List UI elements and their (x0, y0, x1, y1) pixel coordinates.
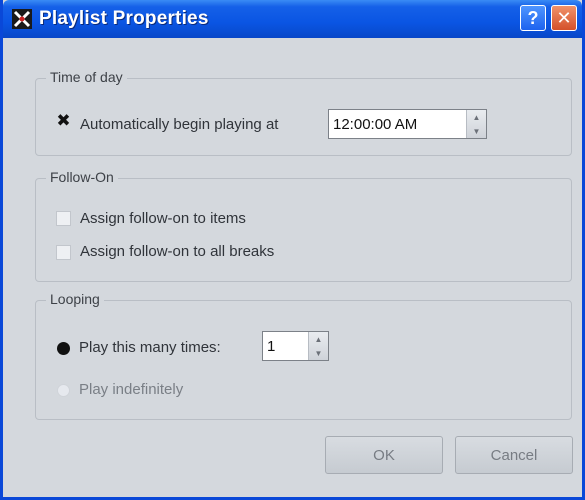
start-time-arrows: ▲ ▼ (466, 110, 486, 138)
ok-label: OK (373, 446, 395, 464)
start-time-up-arrow[interactable]: ▲ (467, 110, 486, 124)
cancel-label: Cancel (490, 446, 538, 464)
time-of-day-legend: Time of day (46, 69, 127, 85)
times-input[interactable] (263, 332, 307, 360)
auto-begin-checkbox[interactable]: ✖ (56, 111, 71, 130)
help-icon: ? (527, 7, 539, 28)
start-time-input[interactable] (329, 110, 465, 138)
cancel-button[interactable]: Cancel (455, 436, 573, 474)
auto-begin-label: Automatically begin playing at (80, 116, 279, 133)
help-button[interactable]: ? (520, 5, 546, 31)
play-indefinitely-label: Play indefinitely (79, 381, 184, 398)
assign-items-checkbox[interactable] (56, 211, 71, 226)
ok-button[interactable]: OK (325, 436, 443, 474)
follow-on-legend: Follow-On (46, 169, 118, 185)
times-up-arrow[interactable]: ▲ (309, 332, 328, 346)
window-title: Playlist Properties (39, 8, 209, 29)
start-time-spinner[interactable]: ▲ ▼ (328, 109, 487, 139)
looping-group: Looping Play this many times: ▲ ▼ Play i… (35, 291, 572, 420)
close-icon: ✕ (556, 7, 572, 28)
check-x-icon: ✖ (56, 111, 71, 130)
app-icon (12, 9, 32, 29)
looping-legend: Looping (46, 291, 104, 307)
play-times-radio[interactable] (57, 342, 70, 355)
start-time-down-arrow[interactable]: ▼ (467, 124, 486, 138)
times-spinner[interactable]: ▲ ▼ (262, 331, 329, 361)
play-times-label: Play this many times: (79, 339, 221, 356)
close-button[interactable]: ✕ (551, 5, 577, 31)
time-of-day-group: Time of day ✖ Automatically begin playin… (35, 69, 572, 156)
times-arrows: ▲ ▼ (308, 332, 328, 360)
follow-on-group: Follow-On Assign follow-on to items Assi… (35, 169, 572, 282)
playlist-properties-dialog: Playlist Properties ? ✕ Time of day ✖ Au… (0, 0, 585, 500)
assign-items-label: Assign follow-on to items (80, 210, 246, 227)
assign-breaks-label: Assign follow-on to all breaks (80, 243, 275, 260)
title-bar[interactable]: Playlist Properties ? ✕ (3, 0, 582, 38)
assign-breaks-checkbox[interactable] (56, 245, 71, 260)
play-indefinitely-radio[interactable] (57, 384, 70, 397)
times-down-arrow[interactable]: ▼ (309, 346, 328, 360)
